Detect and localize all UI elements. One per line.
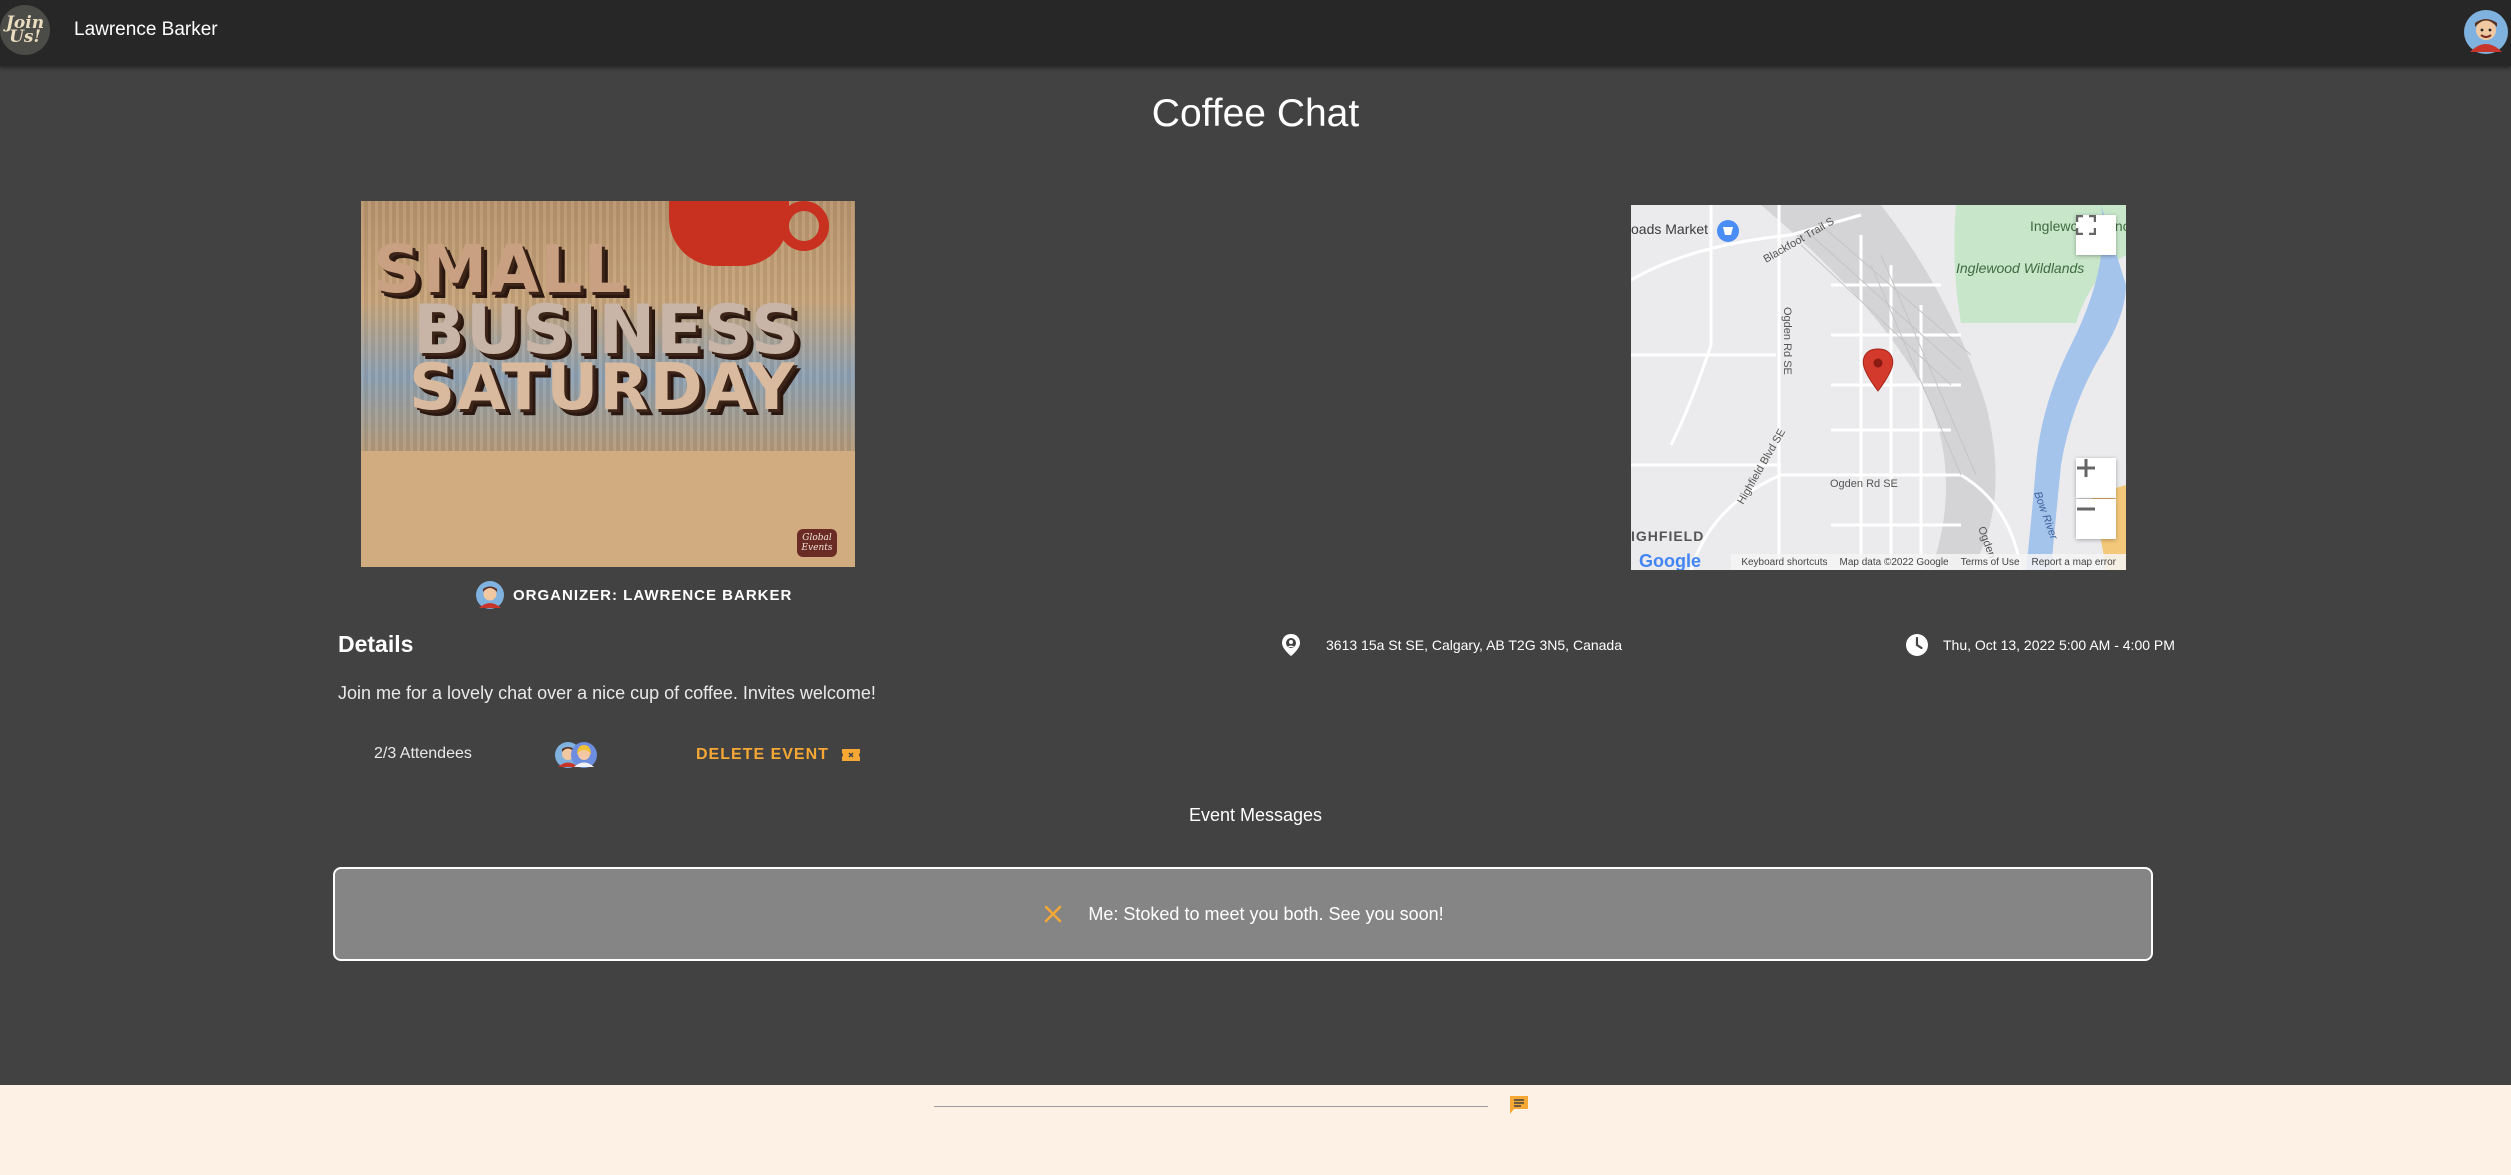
details-heading: Details (338, 631, 414, 657)
delete-message-button[interactable] (1042, 903, 1064, 925)
event-messages-heading: Event Messages (1188, 805, 1323, 825)
map-canvas[interactable]: oads Market Inglewood Sanctuary & Inglew… (1631, 205, 2126, 570)
close-icon (1045, 905, 1062, 923)
map-label-wildlands: Inglewood Wildlands (1956, 260, 2084, 276)
map-report-error-link[interactable]: Report a map error (2032, 557, 2116, 568)
map-label-market: oads Market (1631, 221, 1708, 237)
message-input[interactable] (934, 1068, 1488, 1107)
google-logo[interactable]: Google (1639, 551, 1701, 571)
map-label-highfield: IGHFIELD (1631, 528, 1704, 544)
attendees-count: 2/3 Attendees (374, 745, 472, 762)
map-footer: Google Keyboard shortcuts Map data ©2022… (1631, 551, 2126, 571)
fullscreen-icon (2076, 215, 2096, 235)
map-terms-link[interactable]: Terms of Use (1961, 557, 2020, 568)
map-zoom-out-button[interactable] (2076, 499, 2116, 539)
coffee-cup-handle (779, 201, 829, 251)
ticket-icon (841, 749, 860, 761)
plus-icon (2077, 459, 2095, 477)
datetime-text: Thu, Oct 13, 2022 5:00 AM - 4:00 PM (1943, 637, 2175, 653)
message-text: Me: Stoked to meet you both. See you soo… (1088, 903, 1444, 924)
app-bar-title: Lawrence Barker (74, 19, 218, 40)
image-text-line-3: SATURDAY (409, 351, 796, 425)
minus-icon (2077, 507, 2095, 511)
event-location: 3613 15a St SE, Calgary, AB T2G 3N5, Can… (1280, 633, 1622, 657)
location-pin-icon (1282, 634, 1300, 656)
user-avatar-icon[interactable] (2464, 10, 2508, 54)
map-data-attribution: Map data ©2022 Google (1839, 556, 1949, 568)
app-logo[interactable]: Join Us! (0, 5, 50, 55)
delete-event-label: DELETE EVENT (696, 746, 829, 763)
organizer: ORGANIZER: LAWRENCE BARKER (476, 581, 792, 609)
send-message-button[interactable] (1505, 1091, 1533, 1119)
message-card: Me: Stoked to meet you both. See you soo… (333, 867, 2153, 961)
map-label-ogden-horizontal: Ogden Rd SE (1830, 478, 1898, 490)
delete-event-button[interactable]: DELETE EVENT (696, 740, 861, 770)
attendee-avatar-icon (571, 742, 597, 768)
chat-send-icon (1510, 1096, 1528, 1114)
organizer-avatar-icon (476, 581, 504, 609)
map-keyboard-shortcuts-link[interactable]: Keyboard shortcuts (1741, 557, 1827, 568)
map-label-ogden-vertical: Ogden Rd SE (1781, 307, 1793, 375)
app-bar: Join Us! Lawrence Barker (0, 0, 2511, 66)
map-zoom-in-button[interactable] (2076, 458, 2116, 498)
event-image: SMALL BUSINESS SATURDAY Global Events (361, 201, 855, 567)
attendee-avatars (555, 742, 605, 768)
image-stamp-logo: Global Events (797, 529, 837, 557)
google-logo-text: Google (1639, 550, 1701, 571)
event-description: Join me for a lovely chat over a nice cu… (338, 683, 876, 703)
location-text: 3613 15a St SE, Calgary, AB T2G 3N5, Can… (1326, 637, 1622, 653)
map-footer-links: Keyboard shortcuts Map data ©2022 Google… (1731, 554, 2126, 570)
event-page: Coffee Chat SMALL BUSINESS SATURDAY Glob… (0, 66, 2511, 1114)
map-fullscreen-button[interactable] (2076, 215, 2116, 255)
event-datetime: Thu, Oct 13, 2022 5:00 AM - 4:00 PM (1905, 633, 2175, 657)
event-map[interactable]: oads Market Inglewood Sanctuary & Inglew… (1631, 205, 2126, 570)
organizer-label: ORGANIZER: LAWRENCE BARKER (513, 586, 793, 604)
clock-icon (1906, 634, 1928, 656)
page-title: Coffee Chat (1151, 92, 1360, 135)
